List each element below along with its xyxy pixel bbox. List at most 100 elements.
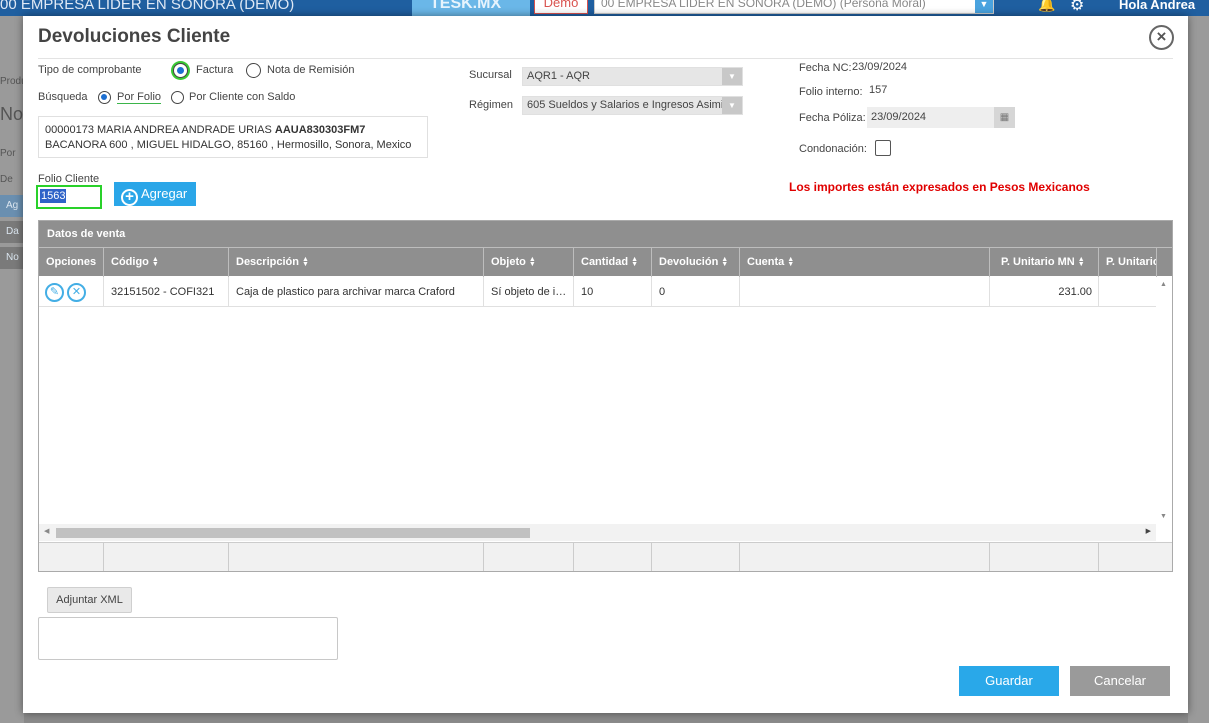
grid-caption: Datos de venta bbox=[39, 221, 1172, 247]
agregar-button[interactable]: + Agregar bbox=[114, 182, 196, 206]
bg-cell: Da bbox=[0, 221, 24, 243]
grid-footer-row bbox=[39, 542, 1172, 571]
scroll-down-icon[interactable]: ▼ bbox=[1160, 513, 1167, 520]
plus-circle-icon: + bbox=[121, 189, 138, 206]
bg-label: De bbox=[0, 174, 13, 185]
x-circle-icon[interactable]: ✕ bbox=[67, 282, 86, 302]
col-header-label: P. Unitario MN bbox=[1001, 256, 1075, 268]
chevron-down-icon: ▼ bbox=[722, 68, 742, 85]
close-icon[interactable]: × bbox=[1149, 25, 1174, 50]
col-header-objeto[interactable]: Objeto ▲ ▼ bbox=[484, 248, 574, 277]
col-header-label: Opciones bbox=[46, 256, 97, 268]
guardar-button[interactable]: Guardar bbox=[959, 666, 1059, 696]
radio-por-cliente-saldo-label[interactable]: Por Cliente con Saldo bbox=[189, 91, 295, 103]
grid-horizontal-scrollbar[interactable]: ◀ ▶ bbox=[39, 524, 1156, 541]
radio-por-folio-label[interactable]: Por Folio bbox=[117, 91, 162, 104]
condonacion-checkbox[interactable] bbox=[875, 140, 891, 156]
footer-cell bbox=[39, 543, 104, 571]
col-header-label: Cantidad bbox=[581, 256, 629, 268]
sort-icon: ▲ ▼ bbox=[721, 256, 729, 268]
bell-icon[interactable]: 🔔 bbox=[1038, 0, 1055, 13]
cell-descripcion: Caja de plastico para archivar marca Cra… bbox=[229, 277, 484, 307]
chevron-down-icon: ▼ bbox=[722, 97, 742, 114]
scrollbar-thumb[interactable] bbox=[56, 528, 530, 538]
folio-cliente-input[interactable]: 1563 bbox=[36, 185, 102, 209]
row-options: ✎ ✕ bbox=[39, 277, 104, 307]
footer-cell bbox=[990, 543, 1099, 571]
cell-cantidad[interactable]: 10 bbox=[574, 277, 652, 307]
radio-nota-remision[interactable] bbox=[246, 63, 261, 78]
currency-note: Los importes están expresados en Pesos M… bbox=[789, 180, 1090, 194]
condonacion-label: Condonación: bbox=[799, 143, 867, 155]
tipo-comprobante-label: Tipo de comprobante bbox=[38, 64, 142, 76]
cell-p-unitario-mn: 231.00 bbox=[990, 277, 1099, 307]
folio-interno-label: Folio interno: bbox=[799, 86, 863, 98]
gear-icon[interactable]: ⚙ bbox=[1070, 0, 1084, 15]
client-rfc: AAUA830303FM7 bbox=[274, 124, 366, 136]
col-header-descripcion[interactable]: Descripción ▲ ▼ bbox=[229, 248, 484, 277]
sales-grid: Datos de venta Opciones Código ▲ ▼ Descrip… bbox=[38, 220, 1173, 572]
table-row[interactable]: ✎ ✕ 32151502 - COFI321 Caja de plastico p… bbox=[39, 277, 1156, 307]
cell-objeto: Sí objeto de impuesto bbox=[484, 277, 574, 307]
radio-factura[interactable] bbox=[173, 63, 188, 78]
sort-icon: ▲ ▼ bbox=[151, 256, 159, 268]
col-header-codigo[interactable]: Código ▲ ▼ bbox=[104, 248, 229, 277]
bg-button: Ag bbox=[0, 195, 24, 217]
grid-vertical-scrollbar[interactable]: ▲ ▼ bbox=[1156, 277, 1172, 524]
scroll-up-icon[interactable]: ▲ bbox=[1160, 281, 1167, 288]
col-header-cantidad[interactable]: Cantidad ▲ ▼ bbox=[574, 248, 652, 277]
radio-por-folio[interactable] bbox=[98, 91, 111, 104]
col-header-devolucion[interactable]: Devolución ▲ ▼ bbox=[652, 248, 740, 277]
col-header-label: P. Unitario bbox=[1106, 256, 1157, 268]
cell-devolucion[interactable]: 0 bbox=[652, 277, 740, 307]
col-header-p-unitario[interactable]: P. Unitario bbox=[1099, 248, 1157, 277]
demo-badge: Demo bbox=[534, 0, 588, 14]
regimen-label: Régimen bbox=[469, 99, 514, 111]
fecha-poliza-input[interactable]: 23/09/2024 bbox=[867, 107, 1015, 128]
bg-cell: No bbox=[0, 247, 24, 269]
sucursal-label: Sucursal bbox=[469, 69, 512, 81]
fecha-nc-value: 23/09/2024 bbox=[852, 61, 908, 73]
user-greeting[interactable]: Hola Andrea bbox=[1119, 0, 1195, 12]
company-select[interactable]: 00 EMPRESA LIDER EN SONORA (DEMO) (Perso… bbox=[594, 0, 994, 14]
col-header-p-unitario-mn[interactable]: P. Unitario MN ▲ ▼ bbox=[990, 248, 1099, 277]
radio-por-cliente-saldo[interactable] bbox=[171, 91, 184, 104]
col-header-cuenta[interactable]: Cuenta ▲ ▼ bbox=[740, 248, 990, 277]
folio-interno-value: 157 bbox=[869, 84, 888, 96]
col-header-label: Devolución bbox=[659, 256, 719, 268]
regimen-value: 605 Sueldos y Salarios e Ingresos Asimil… bbox=[527, 99, 742, 111]
cancelar-button[interactable]: Cancelar bbox=[1070, 666, 1170, 696]
sort-icon: ▲ ▼ bbox=[787, 256, 795, 268]
adjuntar-xml-button[interactable]: Adjuntar XML bbox=[47, 587, 132, 613]
client-info-box: 00000173 MARIA ANDREA ANDRADE URIAS AAUA… bbox=[38, 116, 428, 158]
devoluciones-modal: Devoluciones Cliente × Tipo de comproban… bbox=[23, 16, 1188, 713]
col-header-opciones: Opciones bbox=[39, 248, 104, 277]
col-header-label: Objeto bbox=[491, 256, 526, 268]
pencil-icon[interactable]: ✎ bbox=[45, 282, 64, 302]
cell-p-unitario bbox=[1099, 277, 1156, 307]
sort-icon: ▲ ▼ bbox=[631, 256, 638, 268]
footer-cell bbox=[229, 543, 484, 571]
company-title: 00 EMPRESA LIDER EN SONORA (DEMO) bbox=[0, 0, 295, 13]
footer-cell bbox=[484, 543, 574, 571]
busqueda-label: Búsqueda bbox=[38, 91, 88, 103]
radio-factura-label[interactable]: Factura bbox=[196, 64, 233, 76]
divider bbox=[38, 58, 1173, 59]
client-name: 00000173 MARIA ANDREA ANDRADE URIAS bbox=[45, 124, 275, 136]
cell-codigo: 32151502 - COFI321 bbox=[104, 277, 229, 307]
calendar-icon[interactable]: ▦ bbox=[994, 107, 1015, 128]
regimen-select[interactable]: 605 Sueldos y Salarios e Ingresos Asimil… bbox=[522, 96, 743, 115]
scroll-left-icon[interactable]: ◀ bbox=[44, 527, 49, 535]
cell-cuenta[interactable] bbox=[740, 277, 990, 307]
fecha-poliza-label: Fecha Póliza: bbox=[799, 112, 866, 124]
background-page-right bbox=[1188, 16, 1209, 723]
xml-attachment-area[interactable] bbox=[38, 617, 338, 660]
col-header-label: Descripción bbox=[236, 256, 299, 268]
radio-nota-remision-label[interactable]: Nota de Remisión bbox=[267, 64, 354, 76]
agregar-label: Agregar bbox=[141, 186, 188, 201]
client-name-line: 00000173 MARIA ANDREA ANDRADE URIAS AAUA… bbox=[45, 123, 421, 138]
col-header-label: Cuenta bbox=[747, 256, 785, 268]
folio-cliente-value: 1563 bbox=[40, 189, 67, 203]
sucursal-select[interactable]: AQR1 - AQR ▼ bbox=[522, 67, 743, 86]
scroll-right-icon[interactable]: ▶ bbox=[1146, 527, 1151, 535]
